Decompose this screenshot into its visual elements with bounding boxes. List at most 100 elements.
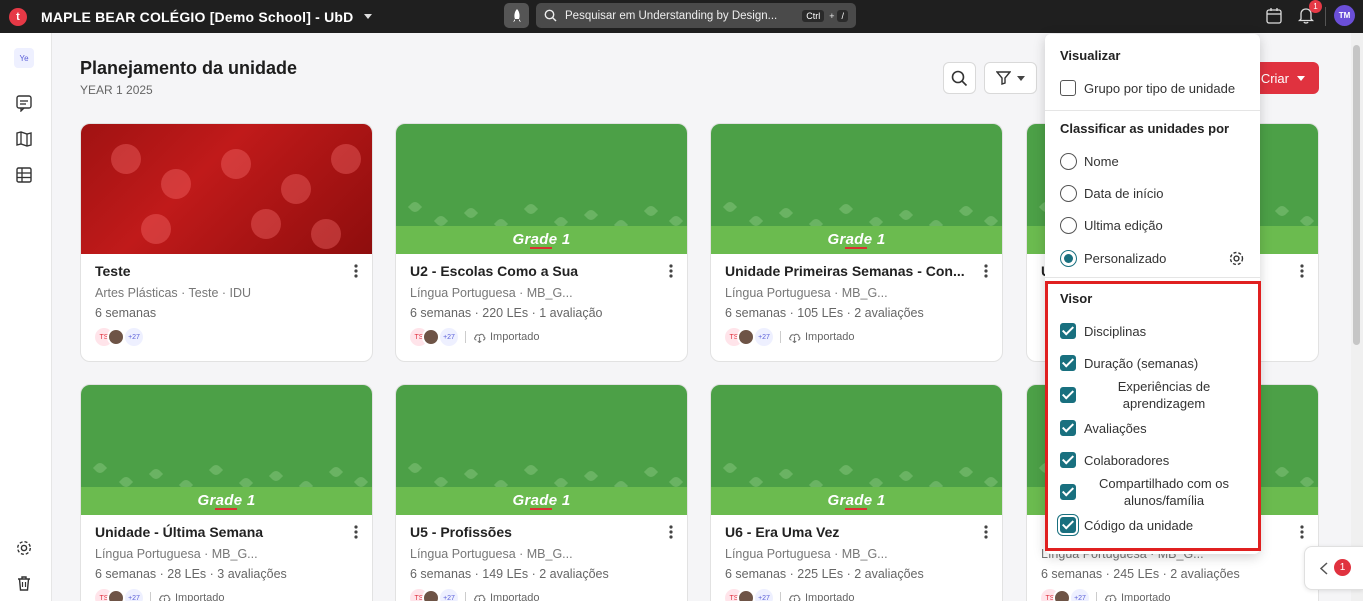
photo-face (251, 209, 281, 239)
sort-option-name[interactable]: Nome (1060, 153, 1119, 170)
unit-title[interactable]: U5 - Profissões (410, 524, 655, 540)
trash-icon[interactable] (15, 574, 33, 592)
leaf-decoration (778, 466, 794, 482)
scrollbar[interactable] (1351, 33, 1363, 601)
divider (465, 592, 466, 601)
unit-card[interactable]: Grade 1 U6 - Era Uma Vez Língua Portuguesa… (710, 384, 1003, 601)
school-name[interactable]: MAPLE BEAR COLÉGIO [Demo School] - UbD (41, 9, 354, 25)
collaborator-avatar[interactable] (422, 328, 440, 346)
grade-underline (215, 508, 237, 510)
grade-underline (845, 247, 867, 249)
unit-cover-banner[interactable]: Grade 1 (81, 385, 372, 515)
table-icon[interactable] (15, 166, 33, 184)
leaf-decoration (643, 464, 659, 480)
collaborator-avatar[interactable] (107, 589, 125, 601)
sort-option-start-date[interactable]: Data de início (1060, 185, 1164, 202)
unit-title[interactable]: U2 - Escolas Como a Sua (410, 263, 655, 279)
radio[interactable] (1060, 153, 1077, 170)
leaf-decoration (583, 468, 599, 484)
grade-label: Grade 1 (827, 231, 886, 248)
rocket-icon[interactable] (504, 3, 529, 28)
unit-card[interactable]: Grade 1 Unidade - Última Semana Língua Por… (80, 384, 373, 601)
collaborator-avatar[interactable] (422, 589, 440, 601)
search-bar[interactable]: Pesquisar em Understanding by Design... … (536, 3, 856, 28)
unit-cover-banner[interactable]: Grade 1 (711, 385, 1002, 515)
leaf-decoration (898, 207, 914, 223)
grade-label: Grade 1 (512, 231, 571, 248)
search-button[interactable] (943, 62, 976, 94)
unit-footer: TS +27 Importado (410, 327, 540, 347)
gear-icon[interactable] (15, 539, 33, 557)
unit-meta: 6 semanas · 28 LEs · 3 avaliações (95, 567, 287, 581)
sort-heading: Classificar as unidades por (1060, 121, 1230, 136)
more-options-icon[interactable] (354, 525, 358, 539)
shortcut-slash: / (837, 9, 848, 22)
photo-face (161, 169, 191, 199)
more-options-icon[interactable] (669, 525, 673, 539)
more-collaborators-badge[interactable]: +27 (440, 589, 458, 601)
collaborator-avatar[interactable] (737, 589, 755, 601)
more-options-icon[interactable] (984, 264, 988, 278)
year-badge[interactable]: Ye (14, 48, 34, 68)
unit-title[interactable]: Unidade Primeiras Semanas - Con... (725, 263, 970, 279)
more-collaborators-badge[interactable]: +27 (125, 328, 143, 346)
unit-card[interactable]: Teste Artes Plásticas · Teste · IDU 6 sema… (80, 123, 373, 362)
leaf-decoration (583, 207, 599, 223)
group-by-type-option[interactable]: Grupo por tipo de unidade (1060, 80, 1235, 96)
unit-card[interactable]: Grade 1 U2 - Escolas Como a Sua Língua Por… (395, 123, 688, 362)
unit-cover-photo[interactable] (81, 124, 372, 254)
radio[interactable] (1060, 217, 1077, 234)
checkbox[interactable] (1060, 80, 1076, 96)
more-options-icon[interactable] (669, 264, 673, 278)
view-heading: Visualizar (1060, 48, 1121, 63)
unit-title[interactable]: Teste (95, 263, 340, 279)
sort-option-last-edit[interactable]: Ultima edição (1060, 217, 1163, 234)
chat-icon[interactable] (15, 94, 33, 113)
unit-card[interactable]: Grade 1 Unidade Primeiras Semanas - Con..… (710, 123, 1003, 362)
unit-cover-banner[interactable]: Grade 1 (711, 124, 1002, 254)
more-collaborators-badge[interactable]: +27 (1071, 589, 1089, 601)
group-by-type-label: Grupo por tipo de unidade (1084, 80, 1236, 96)
unit-title[interactable]: Unidade - Última Semana (95, 524, 340, 540)
book-icon[interactable] (15, 130, 33, 148)
leaf-decoration (463, 466, 479, 482)
sort-option-custom[interactable]: Personalizado (1060, 250, 1166, 267)
collaborator-avatar[interactable] (107, 328, 125, 346)
unit-footer: TS +27 Importado (725, 327, 855, 347)
import-tag: Importado (490, 592, 540, 601)
divider (1325, 7, 1326, 26)
divider (780, 331, 781, 343)
unit-cover-banner[interactable]: Grade 1 (396, 385, 687, 515)
unit-card[interactable]: Grade 1 U5 - Profissões Língua Portuguesa … (395, 384, 688, 601)
radio[interactable] (1060, 185, 1077, 202)
grade-label: Grade 1 (197, 492, 256, 509)
collaborator-avatar[interactable] (737, 328, 755, 346)
collaborator-avatar[interactable] (1053, 589, 1071, 601)
more-options-icon[interactable] (984, 525, 988, 539)
leaf-decoration (838, 462, 854, 478)
more-collaborators-badge[interactable]: +27 (755, 589, 773, 601)
unit-title[interactable]: U6 - Era Uma Vez (725, 524, 970, 540)
more-options-icon[interactable] (354, 264, 358, 278)
more-collaborators-badge[interactable]: +27 (755, 328, 773, 346)
app-logo[interactable]: t (9, 7, 27, 26)
filter-button[interactable] (984, 62, 1037, 94)
left-rail: Ye (0, 33, 52, 601)
more-options-icon[interactable] (1300, 264, 1304, 278)
highlight-box (1045, 281, 1261, 551)
more-options-icon[interactable] (1300, 525, 1304, 539)
calendar-icon[interactable] (1266, 7, 1282, 27)
radio-selected[interactable] (1060, 250, 1077, 267)
more-collaborators-badge[interactable]: +27 (440, 328, 458, 346)
leaf-decoration (958, 464, 974, 480)
import-tag: Importado (1121, 592, 1171, 601)
scrollbar-thumb[interactable] (1353, 45, 1360, 345)
gear-icon[interactable] (1228, 250, 1245, 270)
divider (780, 592, 781, 601)
unit-cover-banner[interactable]: Grade 1 (396, 124, 687, 254)
sort-option-label: Personalizado (1084, 251, 1167, 266)
divider (1045, 110, 1260, 111)
chevron-down-icon[interactable] (363, 14, 372, 19)
user-avatar[interactable]: TM (1334, 5, 1355, 26)
more-collaborators-badge[interactable]: +27 (125, 589, 143, 601)
